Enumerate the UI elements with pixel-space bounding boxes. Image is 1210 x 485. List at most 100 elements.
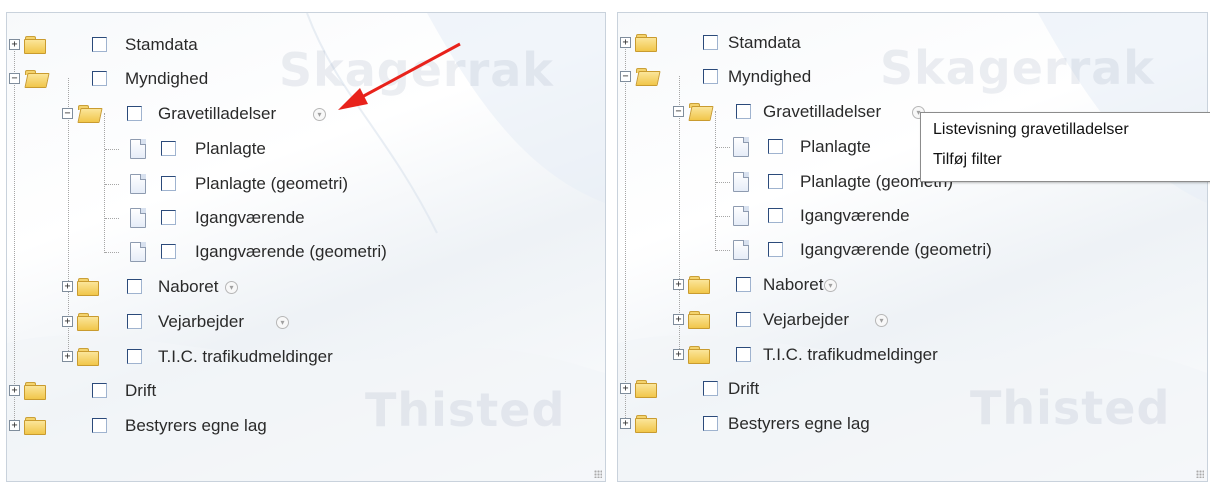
expand-plus-icon[interactable]: + <box>9 420 20 431</box>
menu-item-tilfoej-filter[interactable]: Tilføj filter <box>933 151 1002 169</box>
expand-plus-icon[interactable]: + <box>673 349 684 360</box>
node-label: Myndighed <box>125 69 209 88</box>
folder-icon <box>24 382 46 400</box>
node-label: Naboret <box>158 277 219 296</box>
expand-plus-icon[interactable]: + <box>62 316 73 327</box>
tree-node-gravetilladelser[interactable]: − Gravetilladelser ▾ <box>618 100 938 124</box>
node-label: Drift <box>125 381 157 400</box>
layer-checkbox[interactable] <box>161 210 176 225</box>
tree-node-bestyrers-egne-lag[interactable]: + Bestyrers egne lag <box>7 414 347 438</box>
folder-open-icon <box>635 68 661 86</box>
layer-checkbox[interactable] <box>703 381 718 396</box>
collapse-minus-icon[interactable]: − <box>62 108 73 119</box>
layer-menu-icon[interactable]: ▾ <box>276 316 289 329</box>
layer-menu-icon[interactable]: ▾ <box>313 108 326 121</box>
node-label: T.I.C. trafikudmeldinger <box>763 345 938 364</box>
node-label: Igangværende (geometri) <box>800 240 992 259</box>
tree-node-igangvaerende[interactable]: Igangværende <box>7 206 407 230</box>
layer-checkbox[interactable] <box>736 347 751 362</box>
tree-node-bestyrers-egne-lag[interactable]: + Bestyrers egne lag <box>618 412 958 436</box>
document-icon <box>733 240 749 260</box>
layer-checkbox[interactable] <box>127 106 142 121</box>
layer-checkbox[interactable] <box>768 242 783 257</box>
folder-icon <box>635 415 657 433</box>
tree-node-drift[interactable]: + Drift <box>618 377 818 401</box>
layer-checkbox[interactable] <box>161 244 176 259</box>
document-icon <box>130 174 146 194</box>
collapse-minus-icon[interactable]: − <box>673 106 684 117</box>
resize-grip-icon[interactable] <box>1196 470 1204 478</box>
tree-node-naboret[interactable]: + Naboret ▾ <box>618 273 918 297</box>
layer-checkbox[interactable] <box>736 312 751 327</box>
collapse-minus-icon[interactable]: − <box>9 73 20 84</box>
menu-item-listevisning[interactable]: Listevisning gravetilladelser <box>933 121 1129 139</box>
tree-node-vejarbejder[interactable]: + Vejarbejder ▾ <box>7 310 327 334</box>
expand-plus-icon[interactable]: + <box>673 314 684 325</box>
layer-checkbox[interactable] <box>703 69 718 84</box>
layer-tree-panel-left: Skagerrak Thisted + Stamdata − Myndighed… <box>6 12 606 482</box>
folder-open-icon <box>77 105 103 123</box>
tree-node-planlagte[interactable]: Planlagte <box>618 135 918 159</box>
expand-plus-icon[interactable]: + <box>62 351 73 362</box>
node-label: Bestyrers egne lag <box>125 416 267 435</box>
layer-tree-panel-right: Skagerrak Thisted + Stamdata − Myndighed… <box>617 12 1208 482</box>
tree-node-igangvaerende[interactable]: Igangværende <box>618 204 1018 228</box>
expand-plus-icon[interactable]: + <box>620 418 631 429</box>
tree-node-planlagte-geometri[interactable]: Planlagte (geometri) <box>7 172 407 196</box>
layer-checkbox[interactable] <box>703 416 718 431</box>
expand-plus-icon[interactable]: + <box>9 385 20 396</box>
node-label: Planlagte <box>800 137 871 156</box>
folder-icon <box>77 278 99 296</box>
expand-plus-icon[interactable]: + <box>9 39 20 50</box>
tree-node-vejarbejder[interactable]: + Vejarbejder ▾ <box>618 308 938 332</box>
folder-icon <box>77 313 99 331</box>
expand-plus-icon[interactable]: + <box>620 37 631 48</box>
folder-icon <box>635 380 657 398</box>
node-label: Vejarbejder <box>158 312 245 331</box>
layer-checkbox[interactable] <box>127 279 142 294</box>
layer-checkbox[interactable] <box>127 314 142 329</box>
layer-checkbox[interactable] <box>736 104 751 119</box>
document-icon <box>130 208 146 228</box>
map-label-skagerrak: Skagerrak <box>880 41 1155 95</box>
layer-checkbox[interactable] <box>768 139 783 154</box>
layer-checkbox[interactable] <box>768 208 783 223</box>
layer-menu-icon[interactable]: ▾ <box>875 314 888 327</box>
tree-node-naboret[interactable]: + Naboret ▾ <box>7 275 307 299</box>
layer-checkbox[interactable] <box>768 174 783 189</box>
layer-checkbox[interactable] <box>92 37 107 52</box>
folder-open-icon <box>688 103 714 121</box>
tree-node-tic[interactable]: + T.I.C. trafikudmeldinger <box>7 345 407 369</box>
resize-grip-icon[interactable] <box>594 470 602 478</box>
expand-plus-icon[interactable]: + <box>620 383 631 394</box>
layer-menu-icon[interactable]: ▾ <box>824 279 837 292</box>
expand-plus-icon[interactable]: + <box>62 281 73 292</box>
map-label-thisted: Thisted <box>365 383 566 437</box>
layer-checkbox[interactable] <box>92 418 107 433</box>
tree-node-igangvaerende-geometri[interactable]: Igangværende (geometri) <box>618 238 1058 262</box>
tree-node-planlagte[interactable]: Planlagte <box>7 137 347 161</box>
tree-node-gravetilladelser[interactable]: − Gravetilladelser ▾ <box>7 102 347 126</box>
layer-checkbox[interactable] <box>127 349 142 364</box>
layer-checkbox[interactable] <box>92 383 107 398</box>
layer-checkbox[interactable] <box>92 71 107 86</box>
tree-node-stamdata[interactable]: + Stamdata <box>7 33 307 57</box>
tree-node-myndighed[interactable]: − Myndighed <box>618 65 918 89</box>
folder-icon <box>688 346 710 364</box>
node-label: Bestyrers egne lag <box>728 414 870 433</box>
tree-node-stamdata[interactable]: + Stamdata <box>618 31 918 55</box>
tree-node-tic[interactable]: + T.I.C. trafikudmeldinger <box>618 343 1018 367</box>
layer-checkbox[interactable] <box>161 141 176 156</box>
layer-checkbox[interactable] <box>161 176 176 191</box>
expand-plus-icon[interactable]: + <box>673 279 684 290</box>
layer-menu-icon[interactable]: ▾ <box>225 281 238 294</box>
tree-node-myndighed[interactable]: − Myndighed <box>7 67 307 91</box>
layer-checkbox[interactable] <box>736 277 751 292</box>
collapse-minus-icon[interactable]: − <box>620 71 631 82</box>
node-label: Vejarbejder <box>763 310 850 329</box>
tree-node-igangvaerende-geometri[interactable]: Igangværende (geometri) <box>7 240 447 264</box>
folder-icon <box>688 276 710 294</box>
layer-checkbox[interactable] <box>703 35 718 50</box>
tree-node-drift[interactable]: + Drift <box>7 379 207 403</box>
document-icon <box>733 172 749 192</box>
